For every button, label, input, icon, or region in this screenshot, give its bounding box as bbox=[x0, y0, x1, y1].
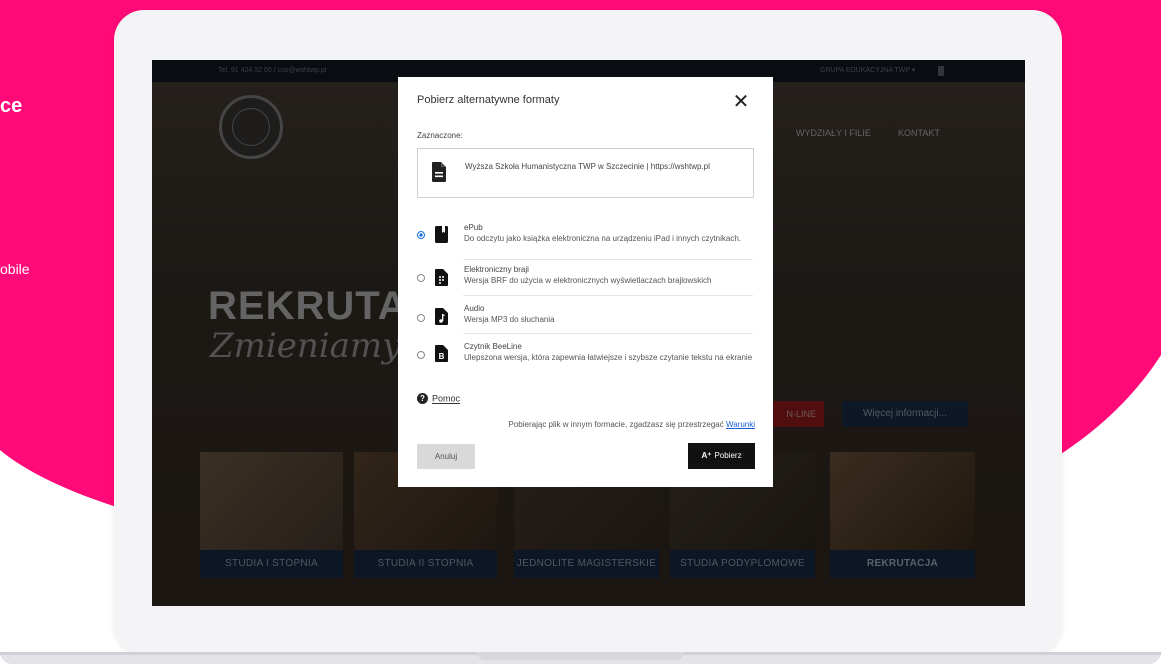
alternative-formats-dialog: Pobierz alternatywne formaty ✕ Zaznaczon… bbox=[398, 77, 773, 487]
option-divider bbox=[463, 333, 753, 334]
radio-braille[interactable] bbox=[417, 274, 425, 282]
selected-file-box: Wyższa Szkoła Humanistyczna TWP w Szczec… bbox=[417, 148, 754, 198]
close-icon[interactable]: ✕ bbox=[732, 92, 750, 112]
option-description: Ulepszona wersja, która zapewnia łatwiej… bbox=[464, 353, 753, 362]
option-divider bbox=[463, 295, 753, 296]
option-name: ePub bbox=[464, 223, 483, 232]
laptop-notch bbox=[477, 652, 684, 660]
option-description: Wersja MP3 do słuchania bbox=[464, 315, 555, 324]
radio-epub[interactable] bbox=[417, 231, 425, 239]
audio-file-icon bbox=[435, 308, 448, 325]
download-button[interactable]: A⁺ Pobierz bbox=[688, 443, 755, 469]
option-divider bbox=[463, 259, 753, 260]
help-label: Pomoc bbox=[432, 393, 461, 404]
help-link[interactable]: ? Pomoc bbox=[417, 393, 461, 405]
option-name: Elektroniczny braji bbox=[464, 265, 529, 274]
braille-icon bbox=[435, 269, 448, 286]
option-name: Audio bbox=[464, 304, 485, 313]
document-icon bbox=[432, 162, 446, 182]
option-description: Do odczytu jako książka elektroniczna na… bbox=[464, 234, 742, 243]
side-heading: ce bbox=[0, 95, 23, 117]
terms-notice: Pobierając plik w innym formacie, zgadza… bbox=[509, 420, 755, 429]
download-icon: A⁺ bbox=[701, 451, 712, 460]
radio-beeline[interactable] bbox=[417, 351, 425, 359]
svg-text:B: B bbox=[439, 352, 445, 361]
option-name: Czytnik BeeLine bbox=[464, 342, 522, 351]
cancel-button[interactable]: Anuluj bbox=[417, 444, 475, 469]
terms-text: Pobierając plik w innym formacie, zgadza… bbox=[508, 420, 724, 429]
selected-file-name: Wyższa Szkoła Humanistyczna TWP w Szczec… bbox=[465, 162, 710, 171]
terms-link[interactable]: Warunki bbox=[726, 420, 755, 429]
book-icon bbox=[435, 226, 448, 243]
help-icon: ? bbox=[417, 393, 428, 405]
dialog-title: Pobierz alternatywne formaty bbox=[417, 94, 560, 106]
option-description: Wersja BRF do użycia w elektronicznych w… bbox=[464, 276, 712, 285]
side-text: obile bbox=[0, 261, 30, 277]
download-label: Pobierz bbox=[714, 451, 742, 460]
selected-label: Zaznaczone: bbox=[417, 131, 463, 140]
beeline-file-icon: B bbox=[435, 345, 448, 362]
radio-audio[interactable] bbox=[417, 314, 425, 322]
